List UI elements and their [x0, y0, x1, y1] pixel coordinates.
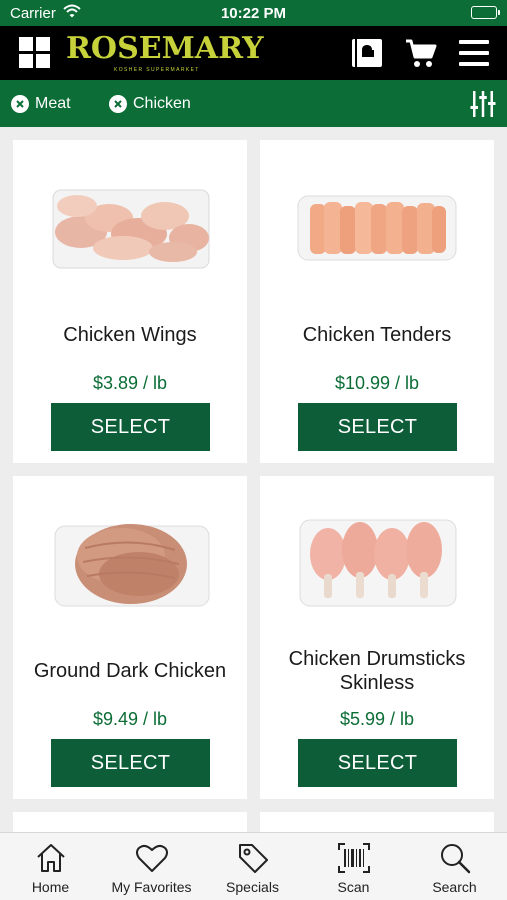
product-price: $9.49 / lb [92, 709, 168, 729]
filter-bar: Meat Chicken [0, 80, 507, 127]
product-card[interactable] [260, 812, 494, 832]
barcode-icon [338, 843, 370, 873]
tab-label: My Favorites [111, 879, 192, 895]
clock: 10:22 PM [220, 5, 287, 22]
product-price: $3.89 / lb [92, 373, 168, 393]
grid-menu-icon[interactable] [19, 37, 50, 68]
filter-chip-meat[interactable]: Meat [11, 94, 71, 114]
select-button[interactable]: SELECT [298, 403, 457, 451]
home-icon [37, 844, 65, 872]
product-card[interactable] [13, 812, 247, 832]
store-book-icon[interactable] [350, 36, 384, 70]
product-name[interactable]: Chicken Drumsticks Skinless [268, 647, 486, 695]
product-name[interactable]: Chicken Wings [21, 323, 239, 347]
cart-icon[interactable] [404, 36, 438, 70]
ground-chicken-image[interactable] [13, 476, 247, 646]
drumsticks-image[interactable] [260, 476, 494, 646]
close-icon[interactable] [109, 95, 127, 113]
filter-chip-label: Meat [35, 95, 71, 112]
product-price: $10.99 / lb [334, 373, 420, 393]
chicken-wings-image[interactable] [13, 140, 247, 310]
product-grid: Chicken Wings $3.89 / lb SELECT Chicken … [0, 127, 507, 832]
close-icon[interactable] [11, 95, 29, 113]
tab-label: Home [31, 879, 70, 895]
tab-scan[interactable]: Scan [303, 833, 404, 900]
tab-label: Scan [337, 879, 370, 895]
bottom-tab-bar: Home My Favorites Specials Scan Search [0, 832, 507, 900]
tab-search[interactable]: Search [404, 833, 505, 900]
select-button[interactable]: SELECT [51, 739, 210, 787]
filter-sliders-icon[interactable] [470, 90, 496, 118]
filter-chip-chicken[interactable]: Chicken [109, 94, 191, 114]
logo-name: ROSEMARY [66, 31, 264, 66]
logo-tagline: KOSHER SUPERMARKET [114, 67, 200, 73]
product-card[interactable]: Chicken Drumsticks Skinless $5.99 / lb S… [260, 476, 494, 799]
tab-label: Search [432, 879, 477, 895]
tab-my-favorites[interactable]: My Favorites [101, 833, 202, 900]
product-card[interactable]: Chicken Wings $3.89 / lb SELECT [13, 140, 247, 463]
hamburger-icon[interactable] [457, 36, 491, 70]
product-name[interactable]: Ground Dark Chicken [21, 659, 239, 683]
product-card[interactable]: Ground Dark Chicken $9.49 / lb SELECT [13, 476, 247, 799]
tab-specials[interactable]: Specials [202, 833, 303, 900]
heart-icon [136, 844, 168, 872]
battery-icon [471, 6, 500, 19]
tab-label: Specials [226, 879, 279, 895]
tab-home[interactable]: Home [0, 833, 101, 900]
status-bar: Carrier 10:22 PM [0, 0, 507, 26]
chicken-tenders-image[interactable] [260, 140, 494, 310]
product-name[interactable]: Chicken Tenders [268, 323, 486, 347]
select-button[interactable]: SELECT [298, 739, 457, 787]
filter-chip-label: Chicken [133, 95, 191, 112]
rosemary-logo[interactable]: ROSEMARY KOSHER SUPERMARKET [66, 30, 264, 76]
product-card[interactable]: Chicken Tenders $10.99 / lb SELECT [260, 140, 494, 463]
tag-icon [239, 844, 268, 873]
search-icon [441, 844, 471, 874]
select-button[interactable]: SELECT [51, 403, 210, 451]
app-header: ROSEMARY KOSHER SUPERMARKET [0, 26, 507, 80]
product-price: $5.99 / lb [339, 709, 415, 729]
